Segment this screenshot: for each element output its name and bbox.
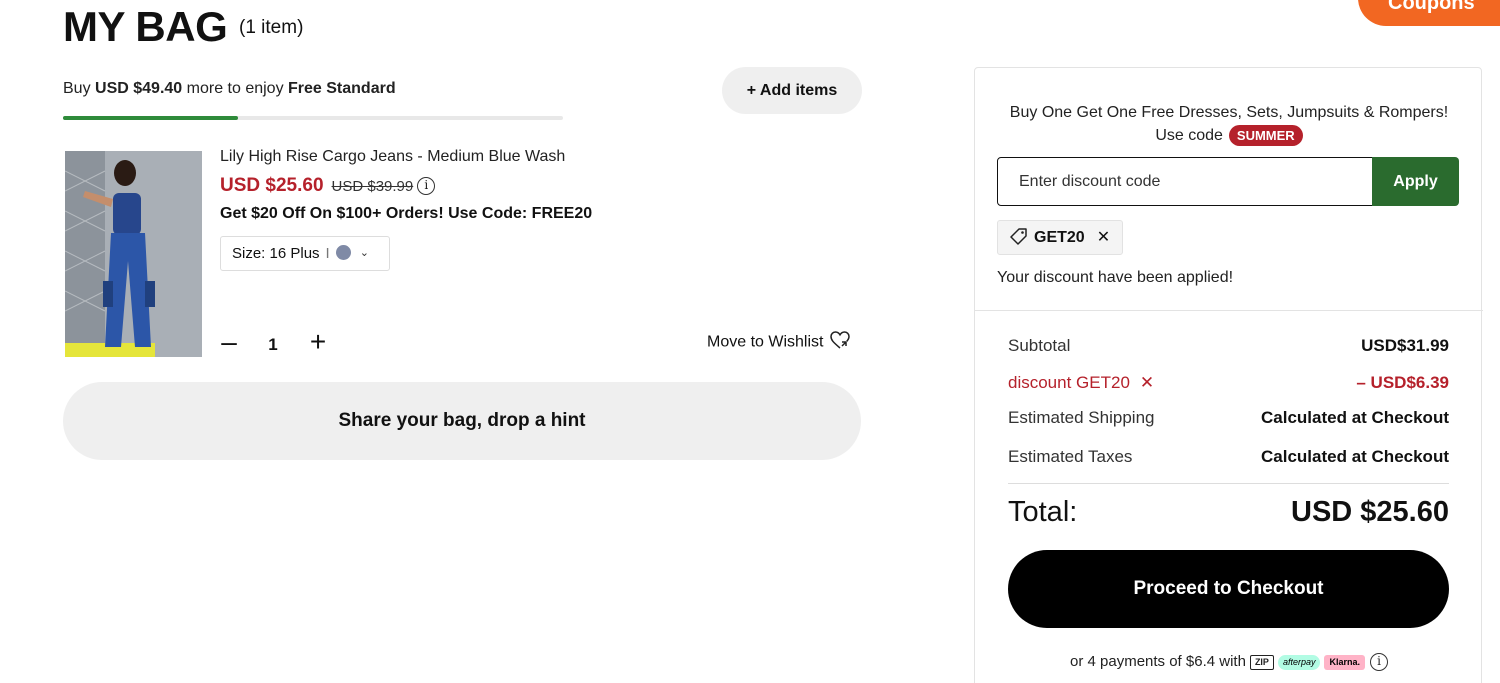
promo-code-prefix: Use code: [1155, 127, 1223, 144]
free-shipping-progress: [63, 116, 563, 120]
installments-text: or 4 payments of $6.4 with: [1070, 653, 1246, 670]
remove-discount-row-icon[interactable]: ✕: [1140, 373, 1154, 392]
quantity-decrease-button[interactable]: –: [218, 328, 240, 358]
color-swatch: [335, 245, 351, 260]
product-promo: Get $20 Off On $100+ Orders! Use Code: F…: [220, 205, 593, 222]
applied-discount-chip: GET20 ✕: [997, 220, 1124, 257]
shipping-amount: USD $49.40: [95, 80, 183, 97]
free-shipping-message: Buy USD $49.40 more to enjoy Free Standa…: [63, 80, 396, 98]
total-divider: [1008, 483, 1449, 484]
klarna-logo[interactable]: Klarna.: [1324, 654, 1365, 670]
taxes-value: Calculated at Checkout: [1261, 447, 1449, 466]
shipping-reward: Free Standard: [288, 80, 396, 97]
subtotal-value: USD$31.99: [1361, 336, 1449, 355]
remove-discount-icon[interactable]: ✕: [1097, 229, 1110, 246]
quantity-value: 1: [268, 335, 278, 354]
wishlist-label: Move to Wishlist: [707, 333, 824, 351]
sale-price: USD $25.60: [220, 175, 324, 196]
heart-arrow-icon: [829, 330, 851, 355]
coupons-tab[interactable]: Coupons: [1358, 0, 1500, 26]
total-value: USD $25.60: [1291, 496, 1449, 528]
size-select[interactable]: Size: 16 Plus I ⌄: [220, 236, 390, 271]
discount-applied-message: Your discount have been applied!: [997, 269, 1234, 286]
afterpay-logo[interactable]: afterpay: [1277, 654, 1321, 670]
original-price: USD $39.99: [331, 177, 414, 195]
shipping-middle: more to enjoy: [182, 80, 289, 97]
apply-discount-button[interactable]: Apply: [1372, 157, 1459, 206]
discount-row-label-wrap: discount GET20 ✕: [1008, 373, 1154, 393]
discount-code-input[interactable]: [997, 157, 1373, 206]
free-shipping-progress-fill: [63, 116, 238, 120]
add-items-button[interactable]: + Add items: [722, 67, 862, 114]
taxes-label: Estimated Taxes: [1008, 447, 1133, 466]
shipping-label: Estimated Shipping: [1008, 408, 1155, 427]
subtotal-label: Subtotal: [1008, 336, 1071, 355]
chevron-down-icon: ⌄: [359, 247, 369, 259]
installments-message: or 4 payments of $6.4 with ZIP afterpay Kla…: [975, 653, 1483, 672]
info-icon[interactable]: i: [417, 177, 436, 195]
tag-icon: [1010, 224, 1028, 257]
size-separator: I: [325, 245, 330, 262]
summary-divider: [975, 310, 1483, 311]
promo-banner: Buy One Get One Free Dresses, Sets, Jump…: [975, 101, 1483, 147]
size-label: Size: 16 Plus: [232, 245, 320, 262]
shipping-value: Calculated at Checkout: [1261, 408, 1449, 427]
shipping-prefix: Buy: [63, 80, 96, 97]
installments-info-icon[interactable]: i: [1370, 653, 1388, 672]
promo-banner-line: Buy One Get One Free Dresses, Sets, Jump…: [1009, 104, 1449, 121]
share-bag-button[interactable]: Share your bag, drop a hint: [63, 382, 861, 460]
page-title: MY BAG: [63, 3, 228, 50]
promo-code-badge[interactable]: SUMMER: [1228, 125, 1303, 146]
product-name[interactable]: Lily High Rise Cargo Jeans - Medium Blue…: [220, 148, 565, 166]
total-label: Total:: [1008, 496, 1078, 528]
product-image[interactable]: [65, 151, 202, 357]
applied-discount-code: GET20: [1034, 229, 1085, 246]
item-count: (1 item): [239, 17, 304, 38]
discount-label: discount GET20: [1008, 373, 1130, 392]
product-photo-illustration: [65, 151, 202, 357]
zip-logo[interactable]: ZIP: [1249, 654, 1274, 670]
discount-value: – USD$6.39: [1356, 373, 1449, 392]
proceed-to-checkout-button[interactable]: Proceed to Checkout: [1008, 550, 1449, 628]
order-summary-card: Buy One Get One Free Dresses, Sets, Jump…: [974, 67, 1483, 683]
price-row: USD $25.60 USD $39.99 i: [220, 175, 436, 197]
move-to-wishlist-button[interactable]: Move to Wishlist: [707, 330, 851, 355]
quantity-increase-button[interactable]: +: [306, 328, 330, 358]
promo-banner-code-line: Use code SUMMER: [975, 124, 1483, 147]
